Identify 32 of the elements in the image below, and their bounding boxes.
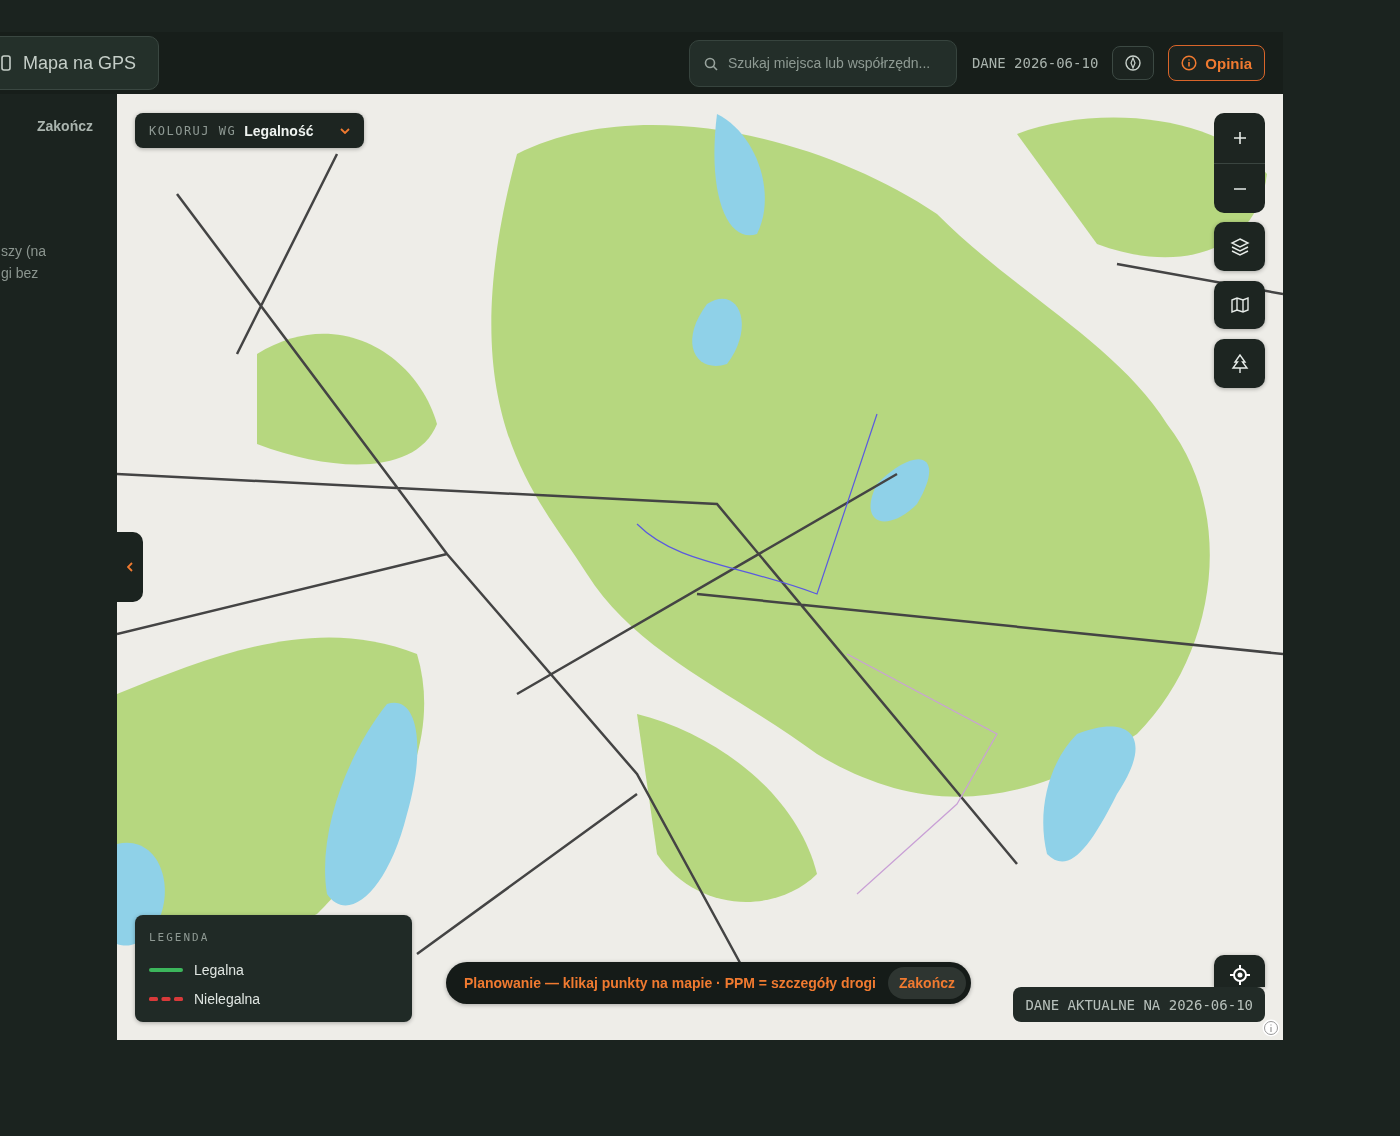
description-text: szy (na gi bez [1,242,47,283]
data-status-label: DANE AKTUALNE NA 2026-06-10 [1013,987,1265,1022]
legend-label: Nielegalna [194,990,261,1007]
data-date: DANE 2026-06-10 [971,55,1099,71]
info-icon [1181,55,1198,71]
finish-link[interactable]: Zakończ [37,118,93,134]
search-field[interactable]: Szukaj miejsca lub współrzędn... [688,39,957,87]
map-icon [1230,296,1249,314]
search-icon [703,56,718,71]
chevron-down-icon [340,127,350,134]
map-style-button[interactable] [1214,281,1265,329]
collapse-panel-button[interactable] [117,532,143,602]
plus-icon [1233,132,1246,144]
crosshair-icon [1229,965,1250,985]
compass-button[interactable] [1112,46,1155,80]
phone-icon [1,55,11,71]
info-icon[interactable] [1262,1019,1280,1037]
layers-button[interactable] [1214,222,1265,271]
legend-label: Legalna [194,961,244,978]
minus-icon [1233,187,1246,190]
forest-layer-button[interactable] [1214,339,1265,388]
finish-button[interactable]: Zakończ [887,967,966,999]
layers-icon [1229,236,1250,257]
feedback-button[interactable]: Opinia [1168,45,1265,81]
color-by-dropdown[interactable]: KOLORUJ WG Legalność [135,113,364,148]
locate-button[interactable] [1214,955,1265,987]
planning-hint: Planowanie — klikaj punkty na mapie · PPM = szczegóły drogi [464,975,876,991]
compass-icon [1125,55,1142,71]
chevron-left-icon [127,562,133,572]
gps-map-button[interactable]: Mapa na GPS [0,36,160,90]
legend-title: LEGENDA [149,931,211,944]
tree-icon [1230,353,1249,374]
